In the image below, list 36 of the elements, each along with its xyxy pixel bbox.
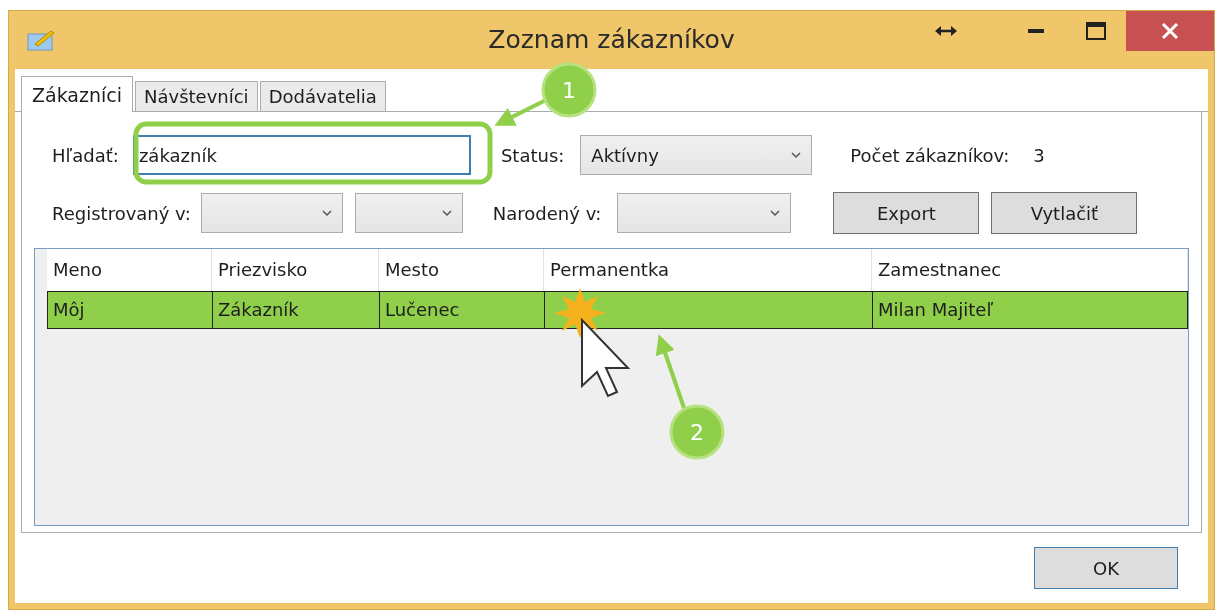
close-icon	[1161, 22, 1179, 40]
table-cell: Lučenec	[379, 292, 544, 328]
tab[interactable]: Zákazníci	[21, 76, 133, 112]
minimize-icon	[1028, 29, 1044, 33]
window-title: Zoznam zákazníkov	[488, 25, 735, 54]
table-cell: Zákazník	[212, 292, 379, 328]
ok-button[interactable]: OK	[1034, 547, 1178, 589]
status-dropdown[interactable]: Aktívny	[580, 135, 813, 175]
search-field[interactable]: zákazník	[132, 135, 471, 175]
callout-number: 1	[562, 78, 576, 103]
tab[interactable]: Návštevníci	[135, 81, 258, 111]
table-cell: Milan Majiteľ	[872, 292, 1187, 328]
count-label: Počet zákazníkov:	[850, 144, 1010, 166]
callout-number: 2	[690, 420, 704, 445]
maximize-icon	[1086, 22, 1106, 40]
tab[interactable]: Dodávatelia	[259, 81, 386, 111]
status-label: Status:	[500, 144, 565, 166]
close-button[interactable]	[1126, 11, 1214, 51]
app-icon	[27, 29, 55, 51]
table-row[interactable]: Môj Zákazník Lučenec Milan Majiteľ	[47, 291, 1188, 329]
chevron-down-icon	[791, 151, 802, 159]
callout-badge	[541, 62, 597, 118]
callout-arrow	[494, 98, 547, 126]
click-burst-icon	[554, 288, 606, 338]
search-label: Hľadať:	[52, 144, 119, 166]
callout-badge	[669, 404, 725, 460]
count-value: 3	[1033, 144, 1045, 166]
print-button[interactable]: Vytlačiť	[991, 192, 1138, 234]
chevron-down-icon	[770, 209, 781, 217]
table-cell: Môj	[47, 292, 212, 328]
chevron-down-icon	[441, 209, 452, 217]
born-label: Narodený v:	[492, 202, 602, 224]
export-button[interactable]: Export	[833, 192, 980, 234]
chevron-down-icon	[321, 209, 332, 217]
registered-label: Registrovaný v:	[52, 202, 191, 224]
mouse-pointer-icon	[581, 317, 631, 398]
